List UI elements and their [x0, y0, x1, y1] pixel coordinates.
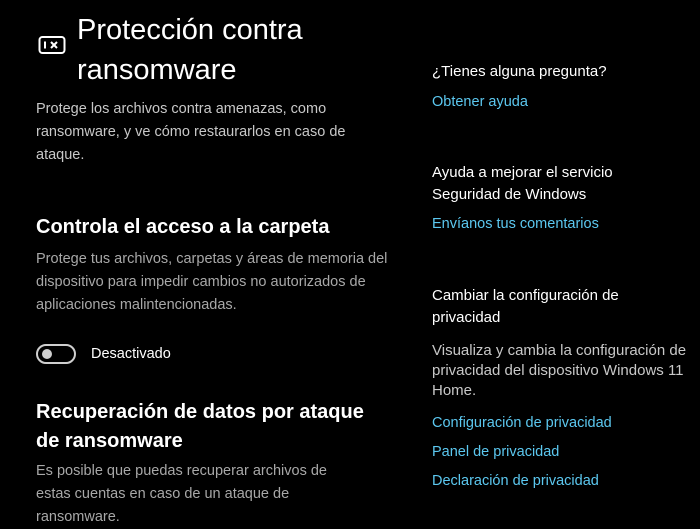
question-heading: ¿Tienes alguna pregunta? [432, 63, 607, 80]
toggle-state-label: Desactivado [91, 346, 171, 362]
ransomware-shield-icon [38, 36, 66, 54]
folder-access-toggle-row: Desactivado [36, 344, 171, 364]
privacy-text: Visualiza y cambia la configuración de p… [432, 342, 687, 399]
improve-heading: Ayuda a mejorar el servicio Seguridad de… [432, 164, 613, 203]
page-title: Protección contra ransomware [77, 14, 303, 86]
privacy-heading: Cambiar la configuración de privacidad [432, 287, 619, 326]
get-help-link[interactable]: Obtener ayuda [432, 92, 528, 112]
privacy-dashboard-link[interactable]: Panel de privacidad [432, 442, 559, 462]
recovery-heading: Recuperación de datos por ataque de rans… [36, 401, 364, 452]
send-feedback-link[interactable]: Envíanos tus comentarios [432, 214, 599, 234]
privacy-statement-link[interactable]: Declaración de privacidad [432, 471, 599, 491]
folder-access-description: Protege tus archivos, carpetas y áreas d… [36, 251, 388, 313]
toggle-knob [42, 349, 52, 359]
folder-access-heading: Controla el acceso a la carpeta [36, 216, 330, 238]
folder-access-toggle[interactable] [36, 344, 76, 364]
page-description: Protege los archivos contra amenazas, co… [36, 101, 346, 163]
recovery-description: Es posible que puedas recuperar archivos… [36, 463, 327, 525]
privacy-settings-link[interactable]: Configuración de privacidad [432, 413, 612, 433]
